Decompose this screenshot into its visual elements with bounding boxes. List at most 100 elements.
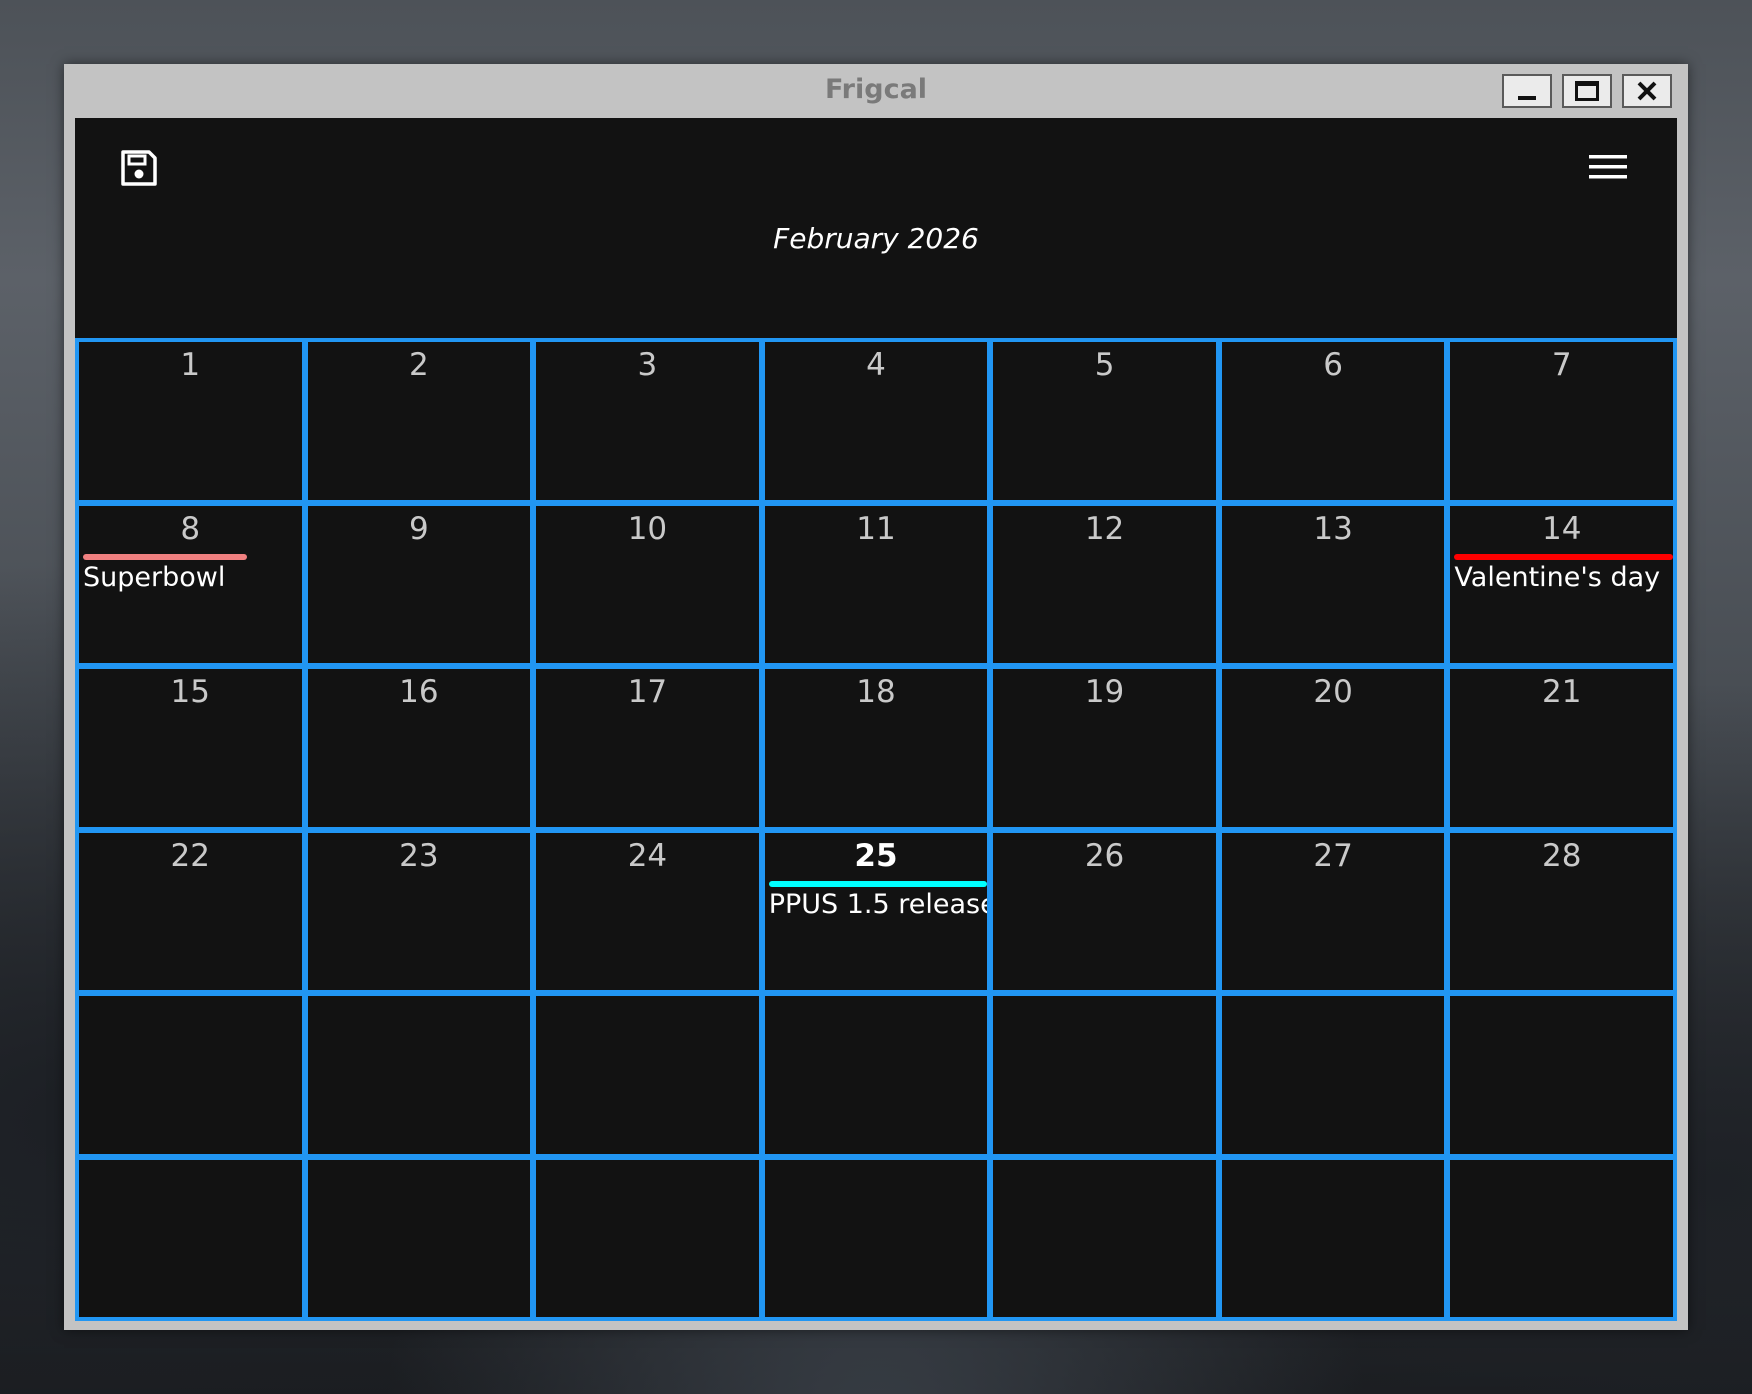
event[interactable]: Superbowl (83, 553, 302, 593)
day-number: 17 (627, 674, 668, 710)
day-number: 24 (627, 837, 668, 874)
maximize-button[interactable] (1562, 74, 1612, 108)
day-number (765, 1164, 988, 1202)
day-number: 21 (1541, 674, 1582, 710)
day-cell[interactable]: 16 (307, 669, 531, 827)
day-number: 18 (856, 674, 896, 710)
day-cell[interactable] (79, 1159, 302, 1317)
day-number: 2 (408, 347, 429, 383)
day-number: 13 (1313, 510, 1353, 547)
day-number: 15 (170, 674, 210, 710)
day-cell[interactable]: 22 (79, 832, 302, 990)
event-color-bar (1454, 553, 1673, 560)
event-label: Superbowl (83, 561, 226, 593)
day-number: 14 (1541, 510, 1582, 547)
day-number: 16 (399, 674, 439, 710)
window-title: Frigcal (824, 74, 928, 105)
day-number: 5 (1094, 347, 1115, 383)
day-number: 22 (170, 837, 210, 874)
day-cell[interactable]: 9 (307, 505, 531, 663)
day-cell[interactable]: 17 (536, 669, 759, 827)
day-number (1222, 1164, 1445, 1202)
day-number: 4 (866, 347, 886, 383)
day-number: 10 (627, 510, 668, 547)
close-button[interactable] (1622, 74, 1672, 108)
day-cell[interactable] (307, 1159, 531, 1317)
day-cell[interactable] (1450, 996, 1673, 1154)
day-number (993, 1164, 1216, 1202)
day-number: 1 (180, 347, 201, 383)
day-number: 12 (1084, 510, 1125, 547)
event[interactable]: Valentine's day (1454, 553, 1673, 593)
day-cell[interactable]: 10 (536, 505, 759, 663)
window-titlebar[interactable]: Frigcal (64, 64, 1688, 118)
day-cell[interactable]: 2 (307, 342, 531, 500)
day-number-today: 25 (854, 837, 898, 874)
day-cell[interactable]: 1 (79, 342, 302, 500)
day-number (1450, 1000, 1673, 1038)
save-icon[interactable] (119, 148, 159, 188)
event-label: Valentine's day (1454, 561, 1661, 593)
day-number (79, 1164, 302, 1202)
day-cell[interactable] (307, 996, 531, 1154)
day-cell[interactable]: 28 (1450, 832, 1673, 990)
day-number: 7 (1551, 347, 1572, 383)
day-cell[interactable] (1221, 1159, 1445, 1317)
day-number: 11 (856, 510, 896, 547)
day-cell[interactable]: 3 (536, 342, 759, 500)
day-cell[interactable] (993, 1159, 1216, 1317)
day-cell[interactable] (1450, 1159, 1673, 1317)
day-cell[interactable]: 6 (1221, 342, 1445, 500)
day-cell[interactable] (79, 996, 302, 1154)
event-color-bar (83, 553, 247, 560)
day-cell[interactable] (764, 996, 988, 1154)
day-cell[interactable]: 15 (79, 669, 302, 827)
day-number (1222, 1000, 1445, 1038)
maximize-icon (1575, 81, 1599, 101)
day-number (308, 1164, 531, 1202)
event-color-bar (768, 880, 988, 887)
day-cell[interactable]: 5 (993, 342, 1216, 500)
day-cell[interactable]: 24 (536, 832, 759, 990)
day-cell[interactable]: 12 (993, 505, 1216, 663)
day-number (765, 1000, 988, 1038)
close-icon (1637, 81, 1657, 101)
day-cell[interactable] (993, 996, 1216, 1154)
hamburger-menu-icon[interactable] (1589, 152, 1627, 182)
day-cell[interactable]: 18 (764, 669, 988, 827)
day-cell[interactable]: 4 (764, 342, 988, 500)
day-number: 23 (399, 837, 439, 874)
day-cell[interactable] (536, 1159, 759, 1317)
day-number: 9 (408, 510, 429, 547)
day-cell[interactable] (1221, 996, 1445, 1154)
event-label: PPUS 1.5 release (768, 888, 988, 920)
day-cell[interactable]: 11 (764, 505, 988, 663)
day-cell[interactable]: 27 (1221, 832, 1445, 990)
day-number (536, 1164, 759, 1202)
day-number: 27 (1313, 837, 1353, 874)
day-cell[interactable]: 25 PPUS 1.5 release (764, 832, 988, 990)
day-cell[interactable]: 7 (1450, 342, 1673, 500)
day-cell[interactable]: 8 Superbowl (79, 505, 302, 663)
day-cell[interactable]: 26 (993, 832, 1216, 990)
day-cell[interactable]: 20 (1221, 669, 1445, 827)
month-title[interactable]: February 2026 (75, 222, 1677, 255)
day-number: 6 (1323, 347, 1343, 383)
day-number: 3 (637, 347, 658, 383)
day-cell[interactable]: 21 (1450, 669, 1673, 827)
day-cell[interactable]: 13 (1221, 505, 1445, 663)
day-number (79, 1000, 302, 1038)
app-window: Frigcal February 2026 1 2 3 4 5 6 7 8 Superbowl 9… (64, 64, 1688, 1330)
month-grid: 1 2 3 4 5 6 7 8 Superbowl 9 10 11 12 13 14 Valentine's … (75, 338, 1677, 1321)
day-cell[interactable]: 14 Valentine's day (1450, 505, 1673, 663)
day-cell[interactable]: 23 (307, 832, 531, 990)
event[interactable]: PPUS 1.5 release (768, 880, 988, 920)
day-cell[interactable]: 19 (993, 669, 1216, 827)
day-number (308, 1000, 531, 1038)
day-number: 19 (1084, 674, 1125, 710)
day-cell[interactable] (764, 1159, 988, 1317)
day-cell[interactable] (536, 996, 759, 1154)
minimize-button[interactable] (1502, 74, 1552, 108)
day-number: 8 (180, 510, 201, 547)
minimize-icon (1518, 96, 1536, 100)
